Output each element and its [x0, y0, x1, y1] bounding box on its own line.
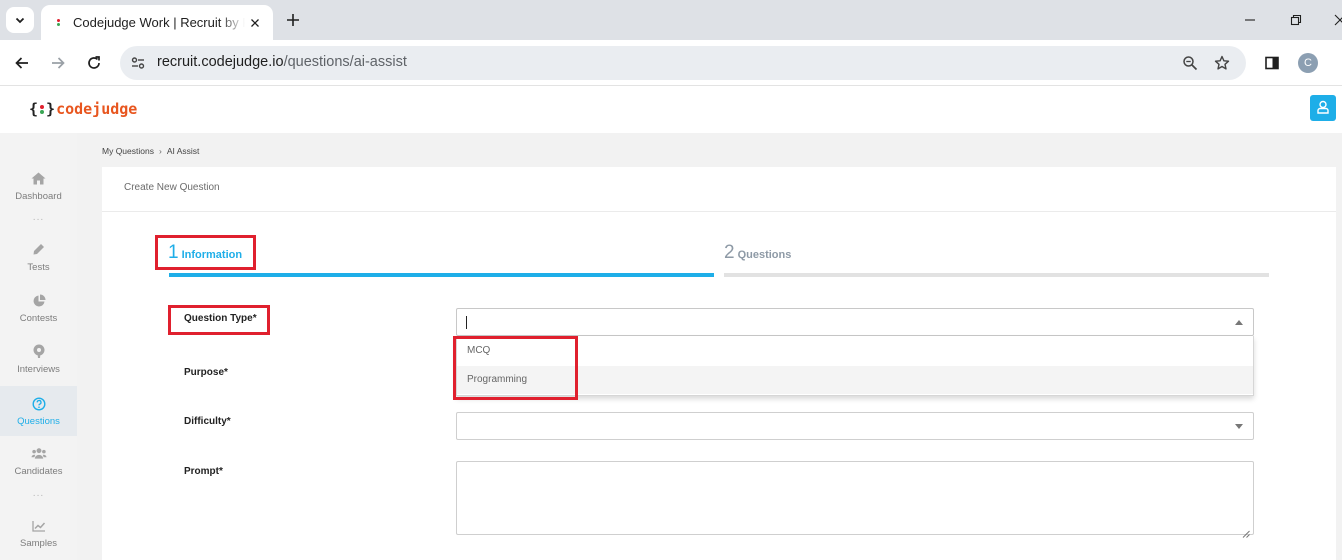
- sidebar-item-label: Questions: [17, 415, 60, 427]
- annotation-box-information: [155, 235, 256, 270]
- podcast-icon: [31, 344, 47, 360]
- logo-dots-icon: [40, 104, 45, 114]
- bookmark-star-icon[interactable]: [1212, 53, 1232, 73]
- url-text: recruit.codejudge.io/questions/ai-assist: [157, 54, 407, 70]
- users-icon: [30, 446, 47, 462]
- pie-chart-icon: [31, 293, 47, 309]
- browser-tab[interactable]: Codejudge Work | Recruit by Re: [41, 5, 273, 40]
- sidebar-item-contests[interactable]: Contests: [0, 285, 77, 331]
- sidebar: Dashboard ... Tests Contests Interviews …: [0, 133, 77, 560]
- breadcrumb-separator: ›: [158, 146, 162, 156]
- annotation-box-question-type: [168, 305, 270, 335]
- browser-toolbar: recruit.codejudge.io/questions/ai-assist…: [0, 40, 1342, 86]
- step-number: 2: [724, 242, 735, 263]
- sidebar-item-label: Tests: [27, 261, 50, 273]
- browser-tab-bar: Codejudge Work | Recruit by Re: [0, 0, 1342, 40]
- step-label: Questions: [737, 249, 792, 261]
- side-panel-icon[interactable]: [1260, 51, 1284, 75]
- home-icon: [31, 171, 47, 187]
- sidebar-item-label: Dashboard: [15, 190, 62, 202]
- sidebar-item-label: Samples: [20, 537, 57, 549]
- sidebar-separator: ...: [32, 213, 45, 223]
- sidebar-item-dashboard[interactable]: Dashboard: [0, 163, 77, 209]
- create-question-card: Create New Question 1 Information 2 Ques…: [102, 167, 1336, 560]
- dropdown-caret-icon: [1235, 424, 1243, 429]
- url-path: /questions/ai-assist: [283, 54, 407, 70]
- user-menu-button[interactable]: [1310, 95, 1336, 121]
- zoom-icon[interactable]: [1180, 53, 1200, 73]
- sidebar-item-tests[interactable]: Tests: [0, 234, 77, 280]
- url-host: recruit.codejudge.io: [157, 54, 284, 70]
- reload-icon[interactable]: [82, 51, 106, 75]
- dropdown-caret-icon: [1235, 320, 1243, 325]
- card-title: Create New Question: [124, 182, 220, 193]
- text-cursor: [466, 316, 467, 329]
- step-information-progress-bar: [169, 273, 714, 277]
- breadcrumb-ai-assist: AI Assist: [166, 146, 200, 156]
- address-bar[interactable]: recruit.codejudge.io/questions/ai-assist: [120, 46, 1246, 80]
- sidebar-item-questions[interactable]: Questions: [0, 386, 77, 436]
- prompt-label: Prompt*: [184, 466, 223, 477]
- resize-handle-icon[interactable]: [1242, 523, 1250, 538]
- new-tab-icon[interactable]: [282, 9, 304, 31]
- difficulty-label: Difficulty*: [184, 416, 231, 427]
- sidebar-item-interviews[interactable]: Interviews: [0, 336, 77, 382]
- main-content: My Questions › AI Assist Create New Questi…: [77, 133, 1342, 560]
- purpose-label: Purpose*: [184, 367, 228, 378]
- line-chart-icon: [31, 518, 47, 534]
- back-arrow-icon[interactable]: [10, 51, 34, 75]
- tab-title: Codejudge Work | Recruit by Re: [73, 15, 245, 30]
- codejudge-logo[interactable]: { } codejudge: [29, 100, 137, 118]
- question-circle-icon: [31, 396, 47, 412]
- minimize-icon[interactable]: [1240, 10, 1260, 30]
- logo-brace-open: {: [29, 100, 39, 118]
- profile-avatar[interactable]: C: [1298, 53, 1318, 73]
- sidebar-separator: ...: [32, 489, 45, 499]
- site-settings-icon[interactable]: [128, 53, 148, 73]
- close-window-icon[interactable]: [1330, 10, 1342, 30]
- logo-wordmark: codejudge: [56, 100, 138, 118]
- chevron-down-icon: [14, 11, 26, 30]
- difficulty-select[interactable]: [456, 412, 1254, 440]
- breadcrumb-my-questions[interactable]: My Questions: [102, 146, 154, 156]
- step-questions[interactable]: 2 Questions: [724, 242, 791, 264]
- annotation-box-options: [453, 336, 578, 400]
- pencil-icon: [31, 242, 47, 258]
- sidebar-item-samples[interactable]: Samples: [0, 510, 77, 556]
- app-header: { } codejudge: [0, 87, 1342, 133]
- sidebar-item-label: Candidates: [14, 465, 63, 477]
- card-divider: [102, 211, 1336, 212]
- sidebar-item-label: Interviews: [17, 363, 60, 375]
- user-icon: [1317, 99, 1329, 118]
- step-questions-progress-bar: [724, 273, 1269, 277]
- forward-arrow-icon[interactable]: [46, 51, 70, 75]
- tab-search-button[interactable]: [6, 7, 34, 33]
- restore-icon[interactable]: [1286, 10, 1306, 30]
- question-type-select[interactable]: [456, 308, 1254, 336]
- breadcrumb: My Questions › AI Assist: [102, 146, 199, 156]
- sidebar-item-candidates[interactable]: Candidates: [0, 438, 77, 484]
- prompt-textarea[interactable]: [456, 461, 1254, 538]
- close-tab-icon[interactable]: [247, 15, 263, 31]
- sidebar-item-label: Contests: [19, 312, 58, 324]
- logo-brace-close: }: [46, 100, 56, 118]
- codejudge-favicon-icon: [53, 17, 63, 29]
